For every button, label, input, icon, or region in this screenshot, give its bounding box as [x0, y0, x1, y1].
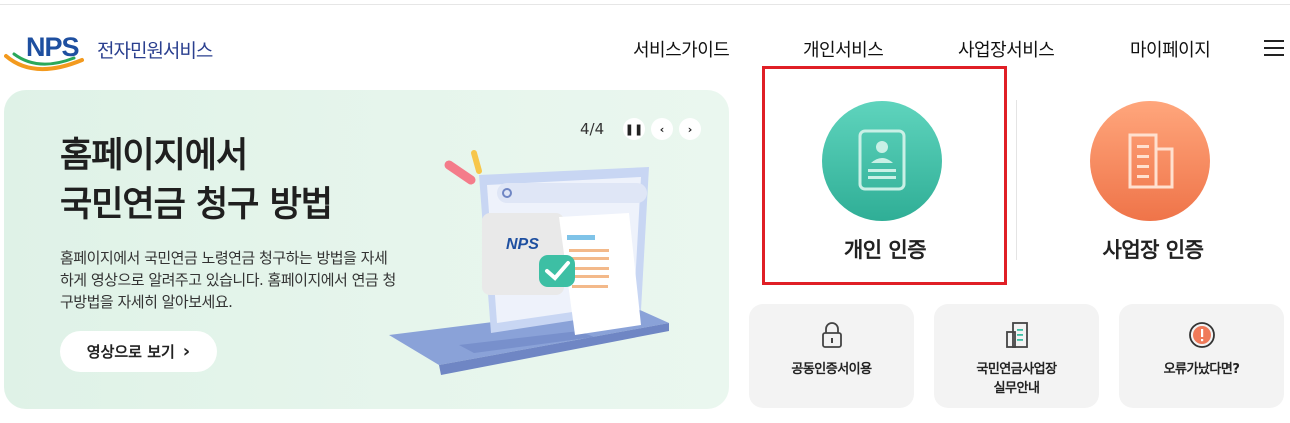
auth-divider	[1016, 100, 1017, 260]
business-auth-label: 사업장 인증	[1102, 238, 1204, 262]
promo-banner[interactable]: 4/4 ❚❚ ‹ › 홈페이지에서 국민연금 청구 방법 홈페이지에서 국민연금…	[4, 90, 729, 409]
lock-icon	[749, 320, 914, 350]
top-border	[0, 4, 1290, 5]
chevron-right-icon: ›	[182, 341, 191, 362]
watch-video-label: 영상으로 보기	[86, 343, 175, 361]
alert-icon	[1119, 320, 1284, 350]
business-guide-label-line1: 국민연금사업장	[976, 362, 1057, 377]
site-logo[interactable]: NPS 전자민원서비스	[4, 30, 244, 80]
building-icon	[1128, 133, 1174, 189]
business-auth-card[interactable]: 사업장 인증	[1033, 96, 1273, 276]
highlight-box	[762, 66, 1007, 285]
banner-title-line2: 국민연금 청구 방법	[60, 185, 333, 225]
certificate-service-box[interactable]: 공동인증서이용	[749, 304, 914, 408]
logo-text: NPS	[26, 32, 80, 62]
certificate-service-label: 공동인증서이용	[791, 362, 872, 377]
illustration-logo: NPS	[506, 236, 539, 253]
laptop-illustration	[389, 150, 669, 375]
nav-my-page[interactable]: 마이페이지	[1130, 36, 1211, 62]
slide-counter: 4/4	[580, 120, 605, 138]
nav-service-guide[interactable]: 서비스가이드	[633, 36, 730, 62]
banner-description: 홈페이지에서 국민연금 노령연금 청구하는 방법을 자세하게 영상으로 알려주고…	[60, 249, 396, 311]
document-icon	[934, 320, 1099, 350]
error-help-box[interactable]: 오류가났다면?	[1119, 304, 1284, 408]
watch-video-button[interactable]: 영상으로 보기 ›	[60, 331, 217, 372]
pause-icon[interactable]: ❚❚	[623, 118, 645, 140]
chevron-left-icon[interactable]: ‹	[651, 118, 673, 140]
menu-icon[interactable]	[1264, 40, 1284, 56]
nav-business-service[interactable]: 사업장서비스	[958, 36, 1055, 62]
banner-title: 홈페이지에서 국민연금 청구 방법	[60, 132, 333, 230]
nav-personal-service[interactable]: 개인서비스	[803, 36, 884, 62]
error-help-label: 오류가났다면?	[1163, 362, 1240, 377]
business-guide-box[interactable]: 국민연금사업장 실무안내	[934, 304, 1099, 408]
business-guide-label-line2: 실무안내	[993, 381, 1040, 396]
banner-title-line1: 홈페이지에서	[60, 136, 248, 176]
chevron-right-icon[interactable]: ›	[679, 118, 701, 140]
business-auth-circle	[1090, 101, 1210, 221]
logo-subtitle: 전자민원서비스	[97, 40, 213, 62]
